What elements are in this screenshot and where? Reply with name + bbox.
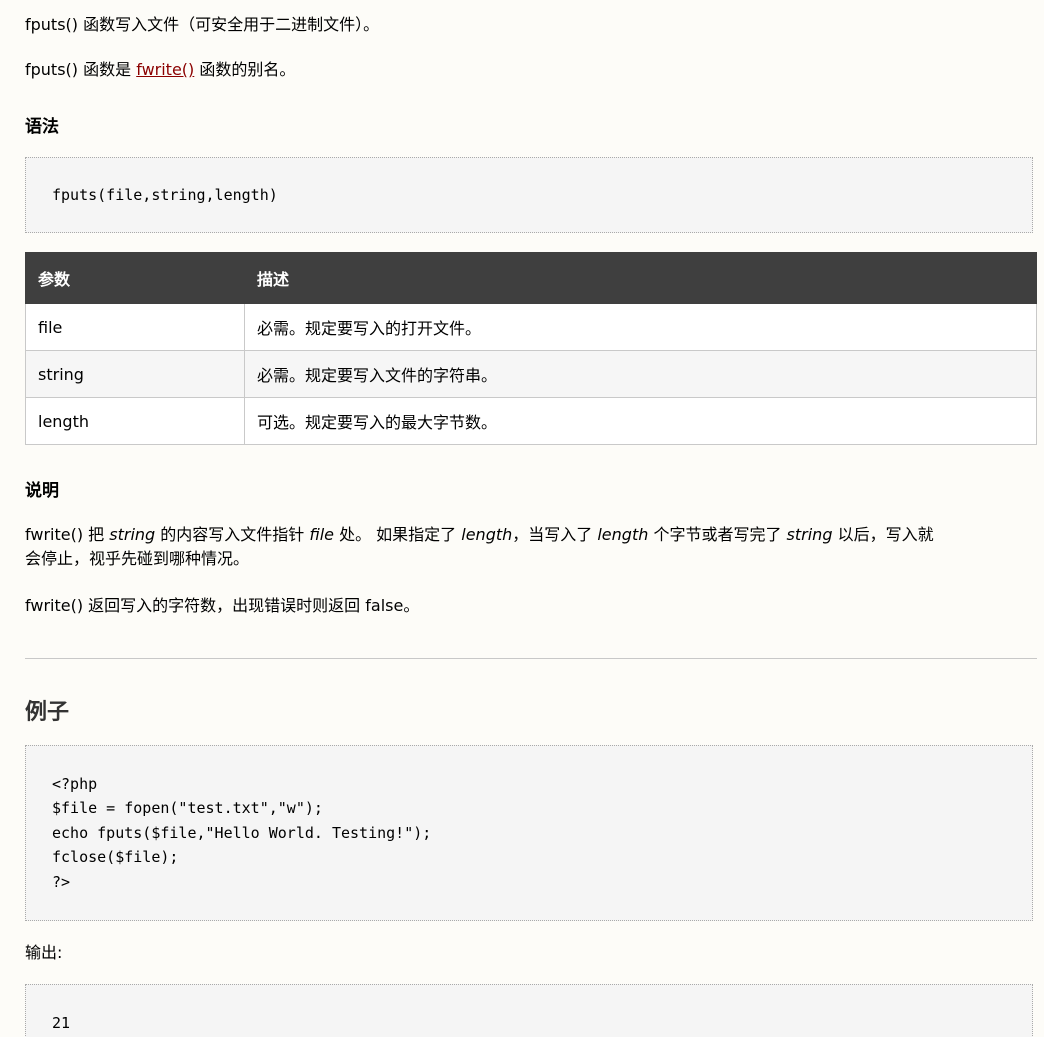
code-line: echo fputs($file,"Hello World. Testing!"… — [52, 824, 432, 842]
fwrite-name: fwrite() — [25, 596, 84, 615]
example-code-box: <?php $file = fopen("test.txt","w"); ech… — [25, 745, 1033, 921]
string-param: string — [109, 525, 156, 544]
description-heading: 说明 — [25, 481, 59, 501]
params-table: 参数 描述 file 必需。规定要写入的打开文件。 string 必需。规定要写… — [25, 252, 1037, 445]
param-desc: 可选。规定要写入的最大字节数。 — [244, 397, 1037, 445]
text-span: 把 — [83, 525, 110, 544]
fputs-name: fputs() — [25, 60, 79, 79]
length-param: length — [461, 525, 513, 544]
text-span: 。 — [403, 596, 420, 615]
fputs-name: fputs() — [25, 15, 79, 34]
file-param: file — [309, 525, 334, 544]
length-param: length — [597, 525, 649, 544]
syntax-code-box: fputs(file,string,length) — [25, 157, 1033, 233]
table-row: length 可选。规定要写入的最大字节数。 — [25, 397, 1037, 445]
intro-line-2-mid: 函数是 — [78, 60, 137, 79]
code-line: $file = fopen("test.txt","w"); — [52, 799, 323, 817]
params-table-header: 参数 描述 — [25, 252, 1037, 304]
text-span: 以后，写入就 — [832, 525, 934, 544]
param-desc: 必需。规定要写入文件的字符串。 — [244, 350, 1037, 398]
intro-line-2: fputs() 函数是 fwrite() 函数的别名。 — [25, 58, 295, 82]
param-name: length — [25, 397, 245, 445]
table-row: string 必需。规定要写入文件的字符串。 — [25, 350, 1037, 398]
example-heading: 例子 — [25, 700, 70, 725]
text-span: ，当写入了 — [512, 525, 598, 544]
intro-line-1: fputs() 函数写入文件（可安全用于二进制文件）。 — [25, 13, 379, 37]
header-param: 参数 — [25, 252, 245, 304]
table-row: file 必需。规定要写入的打开文件。 — [25, 303, 1037, 351]
text-span: 返回写入的字符数，出现错误时则返回 — [83, 596, 366, 615]
code-line: fclose($file); — [52, 848, 179, 866]
description-paragraph-2: fwrite() 返回写入的字符数，出现错误时则返回 false。 — [25, 594, 419, 618]
output-code-box: 21 — [25, 984, 1033, 1037]
false-value: false — [365, 596, 404, 615]
header-description: 描述 — [244, 252, 1037, 304]
code-line: <?php — [52, 775, 98, 793]
text-span: 处。 如果指定了 — [334, 525, 462, 544]
fwrite-link[interactable]: fwrite() — [136, 60, 194, 79]
page: fputs() 函数写入文件（可安全用于二进制文件）。 fputs() 函数是 … — [0, 0, 1044, 1037]
syntax-heading: 语法 — [25, 117, 59, 137]
section-divider — [25, 658, 1037, 659]
text-span: 个字节或者写完了 — [648, 525, 787, 544]
description-paragraph-1: fwrite() 把 string 的内容写入文件指针 file 处。 如果指定… — [25, 523, 1037, 571]
intro-line-1-text: 函数写入文件（可安全用于二进制文件）。 — [78, 15, 380, 34]
output-value: 21 — [52, 1014, 71, 1032]
fwrite-name: fwrite() — [25, 525, 84, 544]
intro-line-2-suffix: 函数的别名。 — [194, 60, 296, 79]
output-label: 输出: — [25, 943, 63, 962]
string-param: string — [786, 525, 833, 544]
syntax-code: fputs(file,string,length) — [52, 186, 278, 204]
param-desc: 必需。规定要写入的打开文件。 — [244, 303, 1037, 351]
description-line-2: 会停止，视乎先碰到哪种情况。 — [25, 549, 250, 568]
param-name: string — [25, 350, 245, 398]
text-span: 的内容写入文件指针 — [155, 525, 310, 544]
code-line: ?> — [52, 873, 71, 891]
param-name: file — [25, 303, 245, 351]
